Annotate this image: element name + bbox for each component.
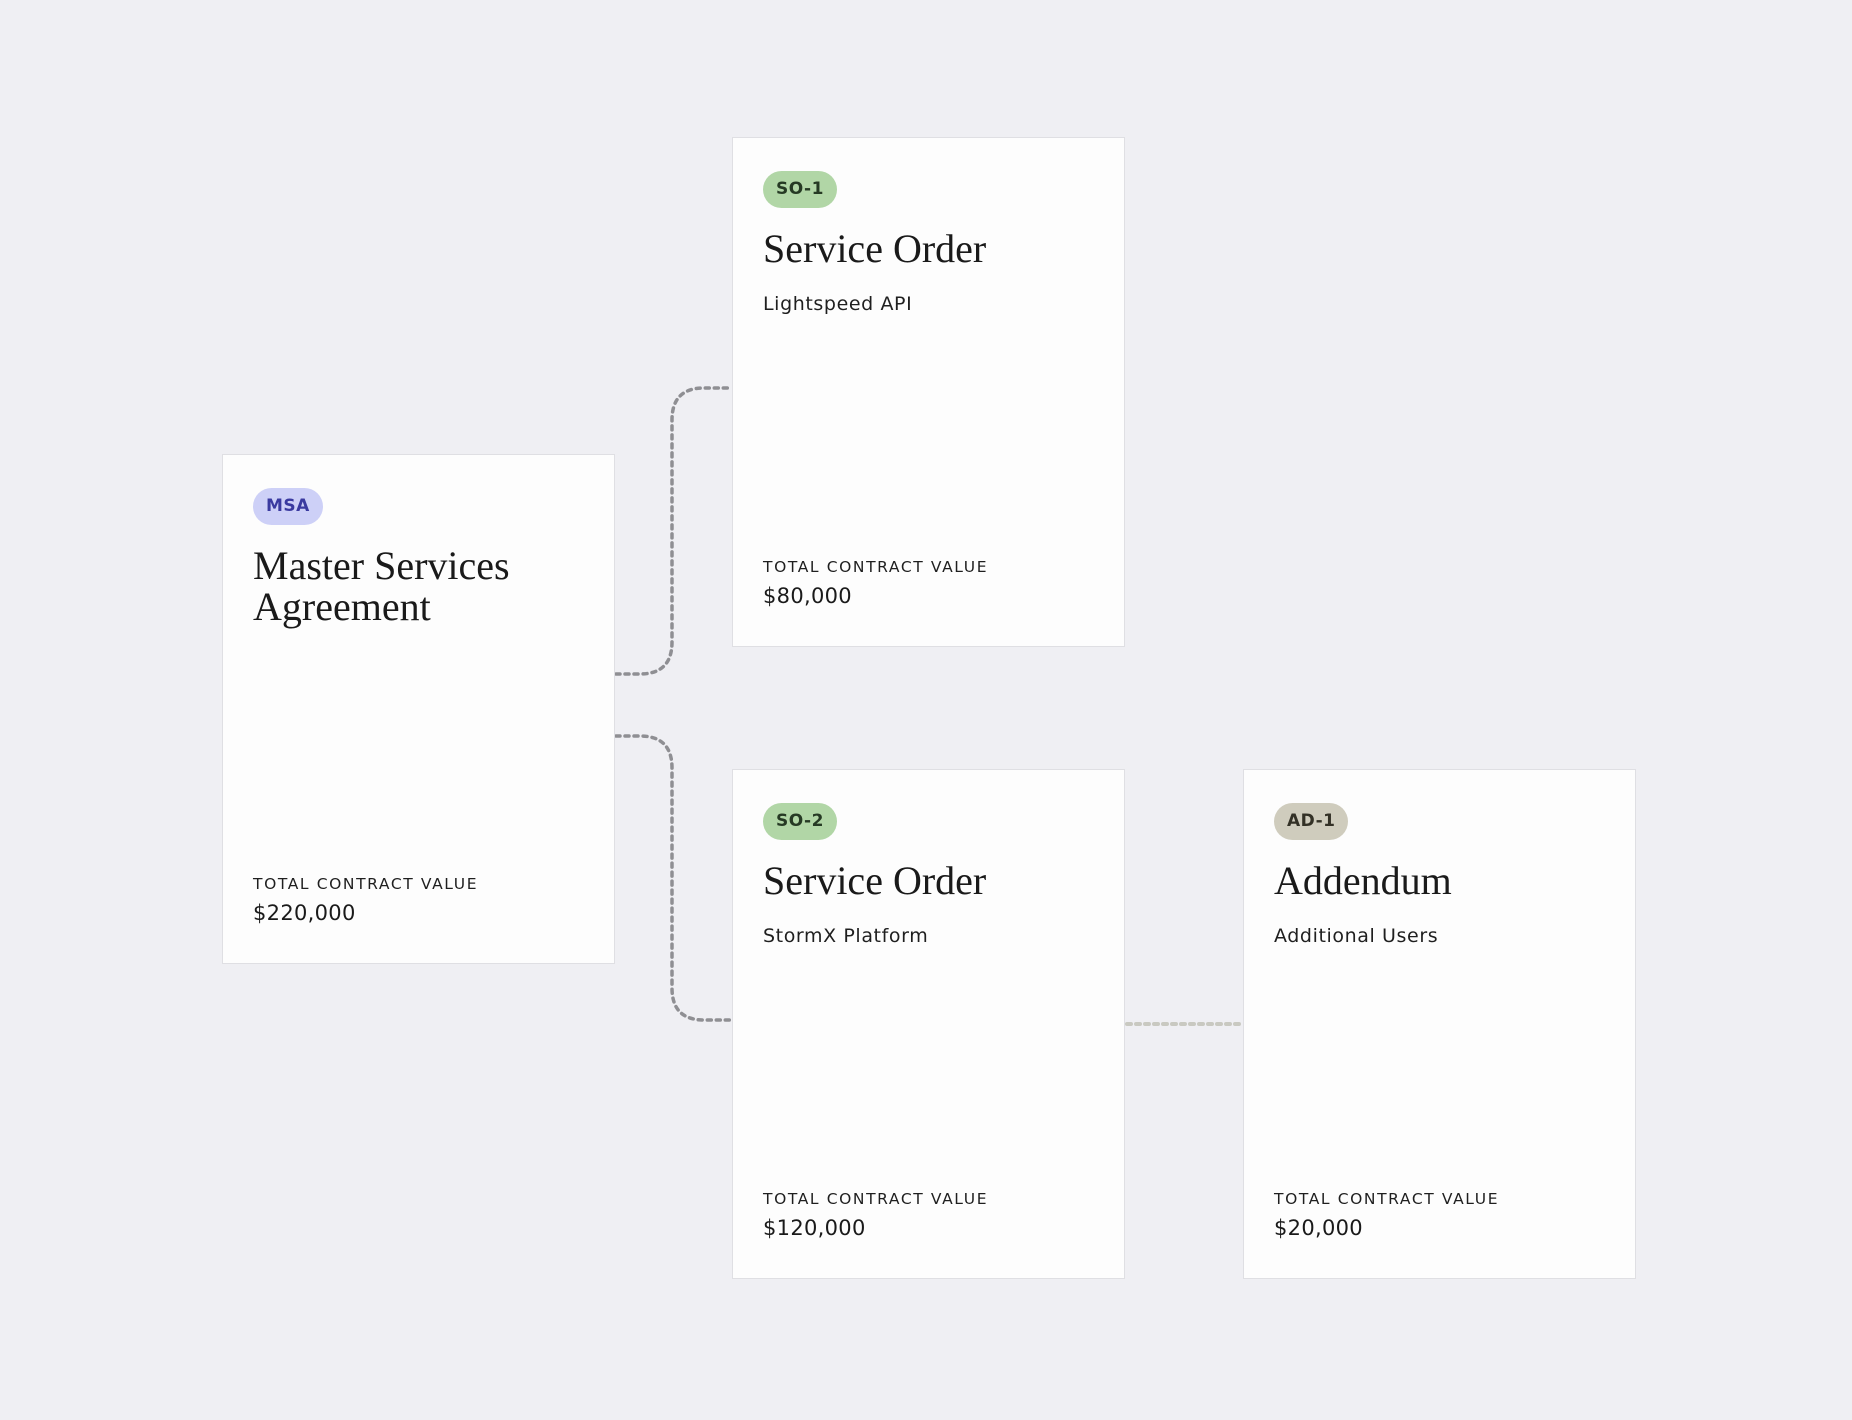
msa-tcv-value: $220,000 — [253, 901, 356, 925]
msa-tcv-label: TOTAL CONTRACT VALUE — [253, 875, 479, 893]
so1-tcv-label: TOTAL CONTRACT VALUE — [763, 558, 989, 576]
so2-title: Service Order — [763, 858, 987, 903]
so2-badge: SO-2 — [763, 803, 837, 840]
so1-badge: SO-1 — [763, 171, 837, 208]
so2-tcv-label: TOTAL CONTRACT VALUE — [763, 1190, 989, 1208]
msa-badge: MSA — [253, 488, 323, 525]
ad1-tcv-value: $20,000 — [1274, 1216, 1363, 1240]
so2-card[interactable]: SO-2 Service Order StormX Platform TOTAL… — [732, 769, 1125, 1279]
so1-title: Service Order — [763, 226, 987, 271]
connector-msa-so2 — [614, 734, 734, 1022]
so1-card[interactable]: SO-1 Service Order Lightspeed API TOTAL … — [732, 137, 1125, 647]
msa-card[interactable]: MSA Master Services Agreement TOTAL CONT… — [222, 454, 615, 964]
so2-subtitle: StormX Platform — [763, 925, 929, 947]
ad1-subtitle: Additional Users — [1274, 925, 1439, 947]
so1-tcv-value: $80,000 — [763, 584, 852, 608]
ad1-tcv-label: TOTAL CONTRACT VALUE — [1274, 1190, 1500, 1208]
ad1-title: Addendum — [1274, 858, 1452, 903]
connector-msa-so1 — [614, 386, 734, 676]
so1-subtitle: Lightspeed API — [763, 293, 913, 315]
so2-tcv-value: $120,000 — [763, 1216, 866, 1240]
ad1-badge: AD-1 — [1274, 803, 1349, 840]
ad1-card[interactable]: AD-1 Addendum Additional Users TOTAL CON… — [1243, 769, 1636, 1279]
msa-title: Master Services Agreement — [253, 543, 510, 629]
